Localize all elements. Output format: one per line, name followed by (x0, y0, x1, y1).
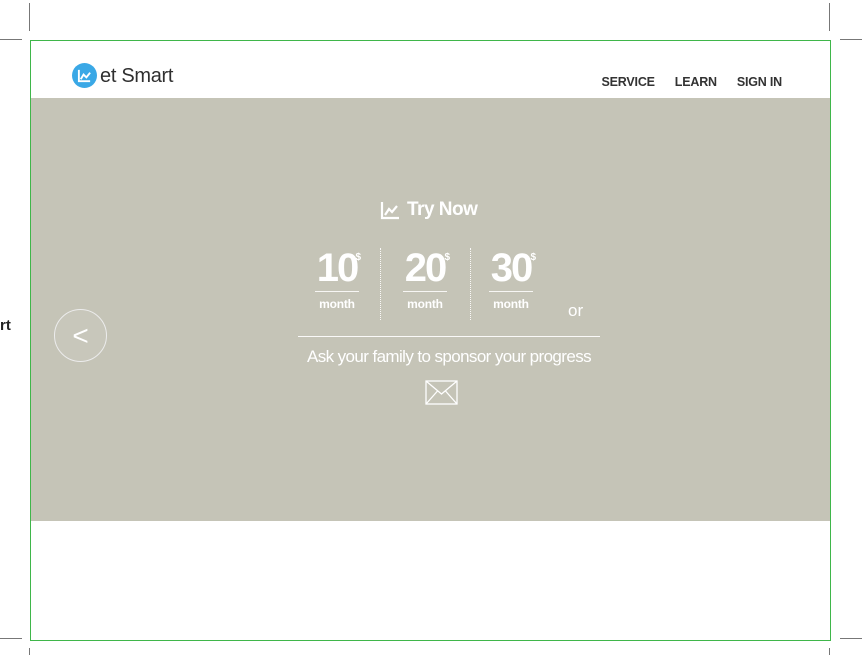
crop-mark (829, 3, 830, 31)
crop-mark (840, 39, 862, 40)
plan-period: month (493, 297, 529, 311)
nav-sign-in[interactable]: SIGN IN (737, 75, 782, 89)
crop-mark (829, 648, 830, 655)
plan-rule (489, 291, 533, 292)
currency-symbol: $ (444, 252, 450, 263)
logo[interactable]: et Smart (72, 63, 173, 88)
brand-name: et Smart (100, 64, 174, 87)
adjacent-artboard-text: rt (0, 317, 11, 334)
plan-10[interactable]: 10 $ month (315, 246, 361, 311)
sponsor-text: Ask your family to sponsor your progress (306, 347, 592, 366)
artboard: et Smart SERVICE LEARN SIGN IN < Try Now… (30, 40, 831, 641)
crop-mark (840, 638, 862, 639)
separator-line (298, 336, 600, 337)
try-now-label: Try Now (407, 199, 478, 220)
plan-20[interactable]: 20 $ month (402, 246, 450, 311)
previous-slide-button[interactable]: < (54, 309, 107, 362)
plan-rule (403, 291, 447, 292)
try-now-link[interactable]: Try Now (380, 199, 478, 221)
chart-icon (72, 63, 97, 88)
chevron-left-icon: < (72, 319, 89, 351)
header: et Smart SERVICE LEARN SIGN IN (31, 41, 830, 99)
chart-icon (380, 201, 399, 219)
nav-learn[interactable]: LEARN (675, 75, 717, 89)
plan-divider (380, 248, 381, 320)
plan-period: month (407, 297, 443, 311)
currency-symbol: $ (530, 252, 536, 263)
hero-banner: < Try Now 10 $ month 20 $ month 30 $ mon… (31, 98, 830, 521)
crop-mark (0, 39, 22, 40)
currency-symbol: $ (355, 252, 361, 263)
nav-service[interactable]: SERVICE (602, 75, 655, 89)
plan-amount: 20 (404, 246, 447, 290)
envelope-icon[interactable] (425, 380, 458, 405)
crop-mark (29, 648, 30, 655)
plan-amount: 30 (490, 246, 533, 290)
crop-mark (0, 638, 22, 639)
plan-amount: 10 (316, 246, 359, 290)
plan-rule (315, 291, 359, 292)
plan-period: month (319, 297, 355, 311)
top-nav: SERVICE LEARN SIGN IN (602, 75, 783, 89)
crop-mark (29, 3, 30, 31)
plan-30[interactable]: 30 $ month (488, 246, 536, 311)
or-label: or (568, 301, 584, 320)
plan-divider (470, 248, 471, 320)
